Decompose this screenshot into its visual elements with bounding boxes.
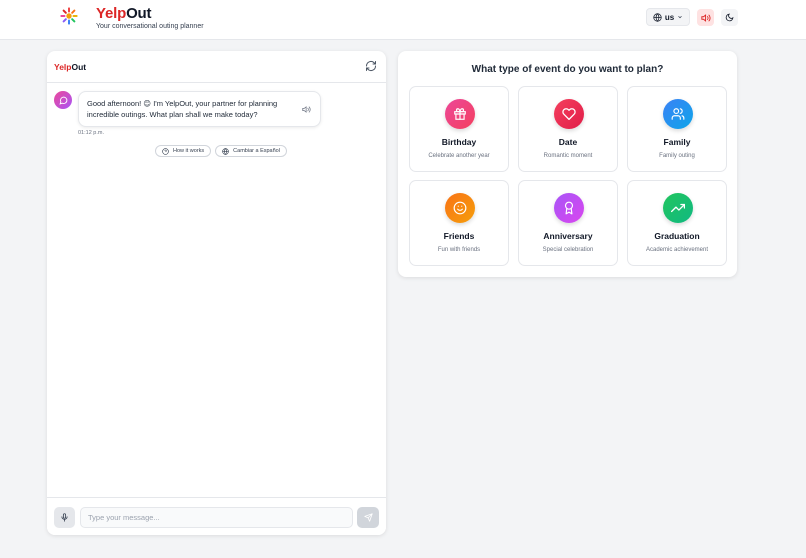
event-card-friends[interactable]: Friends Fun with friends: [409, 180, 509, 266]
event-card-subtitle: Celebrate another year: [428, 153, 490, 159]
event-card-icon-badge: [663, 193, 693, 223]
brand-name: YelpOut: [96, 5, 152, 22]
bot-message-bubble: Good afternoon! 😊 I'm YelpOut, your part…: [78, 91, 321, 127]
event-card-subtitle: Special celebration: [542, 247, 594, 253]
event-type-panel: What type of event do you want to plan? …: [398, 51, 737, 277]
event-card-title: Date: [558, 137, 578, 147]
event-card-icon-badge: [663, 99, 693, 129]
event-card-subtitle: Academic achievement: [645, 247, 709, 253]
event-card-title: Birthday: [441, 137, 477, 147]
event-card-icon-badge: [445, 193, 475, 223]
chat-panel: YelpOut Good afternoon! 😊 I'm YelpOut, y…: [47, 51, 386, 535]
refresh-icon[interactable]: [365, 60, 377, 72]
gift-icon: [454, 108, 466, 120]
help-circle-icon: [162, 147, 169, 155]
how-it-works-button[interactable]: How it works: [155, 145, 212, 157]
event-card-family[interactable]: Family Family outing: [627, 86, 727, 172]
microphone-icon: [61, 513, 68, 522]
brand-tagline: Your conversational outing planner: [96, 23, 204, 30]
bot-message-text: Good afternoon! 😊 I'm YelpOut, your part…: [87, 99, 278, 119]
event-card-icon-badge: [554, 193, 584, 223]
event-card-title: Anniversary: [543, 231, 593, 241]
chevron-down-icon: [678, 15, 682, 19]
event-card-birthday[interactable]: Birthday Celebrate another year: [409, 86, 509, 172]
globe-icon: [653, 12, 662, 22]
heart-icon: [562, 108, 576, 121]
message-circle-icon: [58, 96, 67, 105]
award-icon: [564, 201, 574, 215]
volume-icon: [700, 13, 711, 22]
event-card-subtitle: Family outing: [659, 153, 695, 159]
moon-icon: [725, 13, 734, 22]
trending-up-icon: [671, 203, 685, 213]
event-card-subtitle: Romantic moment: [543, 153, 593, 159]
send-button[interactable]: [357, 507, 379, 528]
sound-toggle-button[interactable]: [697, 9, 714, 26]
event-card-subtitle: Fun with friends: [437, 247, 481, 253]
event-card-icon-badge: [554, 99, 584, 129]
language-label: us: [664, 12, 675, 22]
speaker-icon[interactable]: [302, 105, 311, 114]
chat-input-bar: [47, 497, 386, 535]
smile-icon: [453, 201, 467, 215]
brand: YelpOut Your conversational outing plann…: [96, 5, 204, 31]
switch-spanish-button[interactable]: Cambiar a Español: [215, 145, 287, 157]
quick-actions: How it works Cambiar a Español: [155, 145, 287, 157]
microphone-button[interactable]: [54, 507, 75, 528]
message-input[interactable]: [80, 507, 353, 528]
event-card-anniversary[interactable]: Anniversary Special celebration: [518, 180, 618, 266]
chat-header: YelpOut: [47, 51, 386, 83]
event-panel-title: What type of event do you want to plan?: [471, 64, 664, 75]
send-icon: [363, 513, 373, 522]
event-card-title: Friends: [443, 231, 475, 241]
event-grid: Birthday Celebrate another year Date Rom…: [409, 86, 727, 266]
bot-avatar: [54, 91, 72, 109]
event-card-title: Family: [663, 137, 691, 147]
users-icon: [671, 108, 685, 120]
theme-toggle-button[interactable]: [721, 9, 738, 26]
logo-icon: [60, 7, 78, 25]
event-card-icon-badge: [445, 99, 475, 129]
language-selector[interactable]: us: [646, 8, 690, 26]
event-card-graduation[interactable]: Graduation Academic achievement: [627, 180, 727, 266]
event-card-date[interactable]: Date Romantic moment: [518, 86, 618, 172]
chat-title: YelpOut: [54, 62, 87, 72]
event-card-title: Graduation: [654, 231, 700, 241]
globe-icon: [222, 147, 229, 155]
message-timestamp: 01:12 p.m.: [78, 130, 104, 136]
app-header: YelpOut Your conversational outing plann…: [0, 0, 806, 40]
